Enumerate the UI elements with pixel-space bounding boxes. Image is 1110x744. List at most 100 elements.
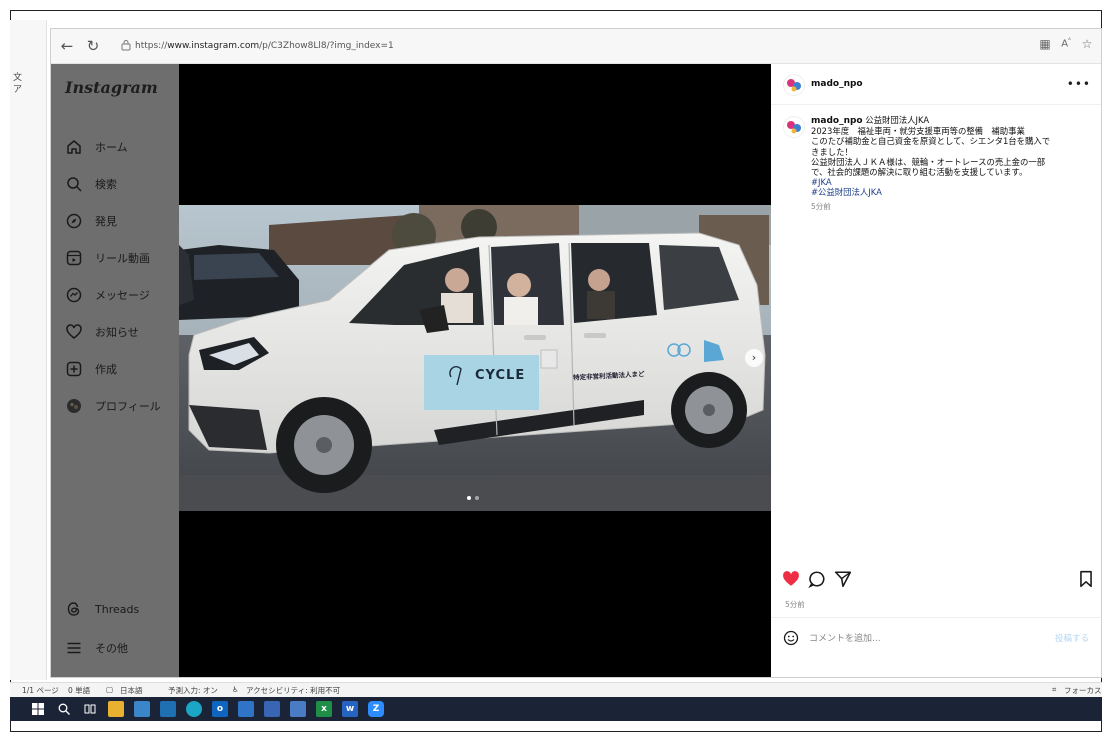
- next-image-button[interactable]: ›: [745, 349, 763, 367]
- caption-line: 公益財団法人JKA: [865, 115, 930, 125]
- sidebar-item-label: ホーム: [95, 141, 128, 154]
- emoji-icon[interactable]: [783, 630, 799, 646]
- sidebar-item-label: お知らせ: [95, 326, 139, 339]
- sidebar-item-label: 発見: [95, 215, 117, 228]
- sidebar-item-search[interactable]: 検索: [65, 171, 117, 197]
- sidebar-item-label: メッセージ: [95, 289, 150, 302]
- sidebar-item-messages[interactable]: メッセージ: [65, 282, 150, 308]
- url-prefix: https://: [135, 41, 168, 51]
- file-explorer-icon[interactable]: [108, 701, 124, 717]
- post-caption: mado_npo 公益財団法人JKA 2023年度 福祉車両・就労支援車両等の整…: [811, 115, 1093, 212]
- sidebar-item-label: 検索: [95, 178, 117, 191]
- read-aloud-icon[interactable]: Aᴬ: [1057, 37, 1075, 49]
- status-words[interactable]: 0 単語: [68, 685, 90, 696]
- url-path: /p/C3Zhow8Ll8/?img_index=1: [259, 41, 394, 51]
- windows-start-icon[interactable]: [30, 701, 46, 717]
- sidebar-item-label: Threads: [95, 602, 140, 616]
- caption-line: きました！: [811, 146, 853, 157]
- threads-icon: [65, 600, 83, 618]
- profile-avatar-icon: [65, 397, 83, 415]
- comment-input[interactable]: [807, 628, 1031, 650]
- back-button[interactable]: ←: [57, 36, 77, 56]
- comment-icon[interactable]: [808, 570, 826, 589]
- post-actions: [771, 566, 1101, 592]
- excel-icon[interactable]: x: [316, 701, 332, 717]
- menu-icon: [65, 639, 83, 657]
- reels-icon: [65, 249, 83, 267]
- url-host: www.instagram.com: [167, 41, 260, 51]
- plus-square-icon: [65, 360, 83, 378]
- reload-button[interactable]: ↻: [83, 36, 103, 56]
- author-username[interactable]: mado_npo: [811, 79, 863, 89]
- sidebar-item-create[interactable]: 作成: [65, 356, 117, 382]
- status-accessibility[interactable]: アクセシビリティ: 利用不可: [246, 685, 340, 696]
- post-detail-panel: mado_npo ••• mado_npo 公益財団法人JKA 2023年度 福…: [771, 64, 1101, 677]
- status-focus[interactable]: フォーカス: [1064, 685, 1102, 696]
- caption-author-avatar[interactable]: [783, 116, 805, 138]
- app-icon[interactable]: [264, 701, 280, 717]
- taskbar-search-icon[interactable]: [56, 701, 72, 717]
- reader-mode-icon[interactable]: ▦: [1036, 37, 1054, 51]
- car-sticker-text: CYCLE: [475, 368, 526, 383]
- carousel-dot: [467, 496, 471, 500]
- favorite-star-icon[interactable]: ☆: [1078, 37, 1096, 51]
- store-icon[interactable]: [134, 701, 150, 717]
- mail-icon[interactable]: [160, 701, 176, 717]
- proofing-icon[interactable]: ▢: [106, 685, 113, 694]
- address-bar: ← ↻ https://www.instagram.com/p/C3Zhow8L…: [51, 29, 1101, 64]
- sidebar-item-home[interactable]: ホーム: [65, 134, 128, 160]
- post-header: mado_npo •••: [771, 64, 1101, 105]
- sidebar-item-notifications[interactable]: お知らせ: [65, 319, 139, 345]
- caption-line: 公益財団法人ＪＫＡ様は、競輪・オートレースの売上金の一部: [811, 156, 1046, 167]
- word-document-edge: 文 ア: [10, 20, 47, 680]
- author-avatar[interactable]: [783, 74, 805, 96]
- like-heart-icon[interactable]: [782, 570, 800, 588]
- status-page[interactable]: 1/1 ページ: [22, 685, 59, 696]
- url-input[interactable]: https://www.instagram.com/p/C3Zhow8Ll8/?…: [113, 35, 933, 57]
- compass-icon: [65, 212, 83, 230]
- word-icon[interactable]: w: [342, 701, 358, 717]
- instagram-logo[interactable]: Instagram: [65, 78, 158, 97]
- share-send-icon[interactable]: [834, 570, 852, 588]
- heart-icon: [65, 323, 83, 341]
- caption-line: このたび補助金と自己資金を原資として、シエンタ1台を購入で: [811, 136, 1051, 147]
- caption-username[interactable]: mado_npo: [811, 116, 863, 126]
- sidebar-item-label: その他: [95, 642, 128, 655]
- word-status-bar: 1/1 ページ 0 単語 ▢ 日本語 予測入力: オン ♿ アクセシビリティ: …: [10, 682, 1102, 697]
- post-comment-button[interactable]: 投稿する: [1055, 632, 1089, 644]
- sidebar-item-label: リール動画: [95, 252, 150, 265]
- sidebar-item-reels[interactable]: リール動画: [65, 245, 150, 271]
- accessibility-icon[interactable]: ♿: [232, 685, 239, 694]
- edge-browser-icon[interactable]: [186, 701, 202, 717]
- caption-line: 2023年度 福祉車両・就労支援車両等の整備 補助事業: [811, 126, 1025, 137]
- carousel-dot: [475, 496, 479, 500]
- sidebar-item-explore[interactable]: 発見: [65, 208, 117, 234]
- carousel-dots: [467, 496, 479, 500]
- people-icon[interactable]: [238, 701, 254, 717]
- hashtag-link[interactable]: #公益財団法人JKA: [811, 187, 1093, 197]
- status-language[interactable]: 日本語: [120, 685, 143, 696]
- sidebar-item-more[interactable]: その他: [65, 635, 128, 661]
- search-icon: [65, 175, 83, 193]
- windows-taskbar: o x w Z: [10, 697, 1102, 721]
- instagram-sidebar: Instagram ホーム 検索 発見 リール動画 メッセージ お知らせ 作成 …: [51, 64, 179, 677]
- zoom-icon[interactable]: Z: [368, 701, 384, 717]
- app-icon[interactable]: [290, 701, 306, 717]
- outlook-icon[interactable]: o: [212, 701, 228, 717]
- comment-bar: 投稿する: [771, 617, 1101, 658]
- post-photo[interactable]: CYCLE 特定非営利活動法人まど: [179, 205, 771, 511]
- messenger-icon: [65, 286, 83, 304]
- browser-window: ← ↻ https://www.instagram.com/p/C3Zhow8L…: [50, 28, 1102, 678]
- instagram-viewport: Instagram ホーム 検索 発見 リール動画 メッセージ お知らせ 作成 …: [51, 64, 1101, 677]
- caption-line: で、社会的課題の解決に取り組む活動を支援しています。: [811, 167, 1028, 178]
- more-options-icon[interactable]: •••: [1067, 77, 1091, 91]
- task-view-icon[interactable]: [82, 701, 98, 717]
- post-timestamp: 5分前: [785, 600, 805, 609]
- sidebar-item-threads[interactable]: Threads: [65, 596, 139, 622]
- focus-icon[interactable]: ⌗: [1052, 685, 1056, 695]
- save-bookmark-icon[interactable]: [1077, 570, 1095, 588]
- sidebar-item-profile[interactable]: プロフィール: [65, 393, 161, 419]
- sidebar-item-label: プロフィール: [95, 400, 161, 413]
- hashtag-link[interactable]: #JKA: [811, 177, 1093, 187]
- status-ime[interactable]: 予測入力: オン: [168, 685, 218, 696]
